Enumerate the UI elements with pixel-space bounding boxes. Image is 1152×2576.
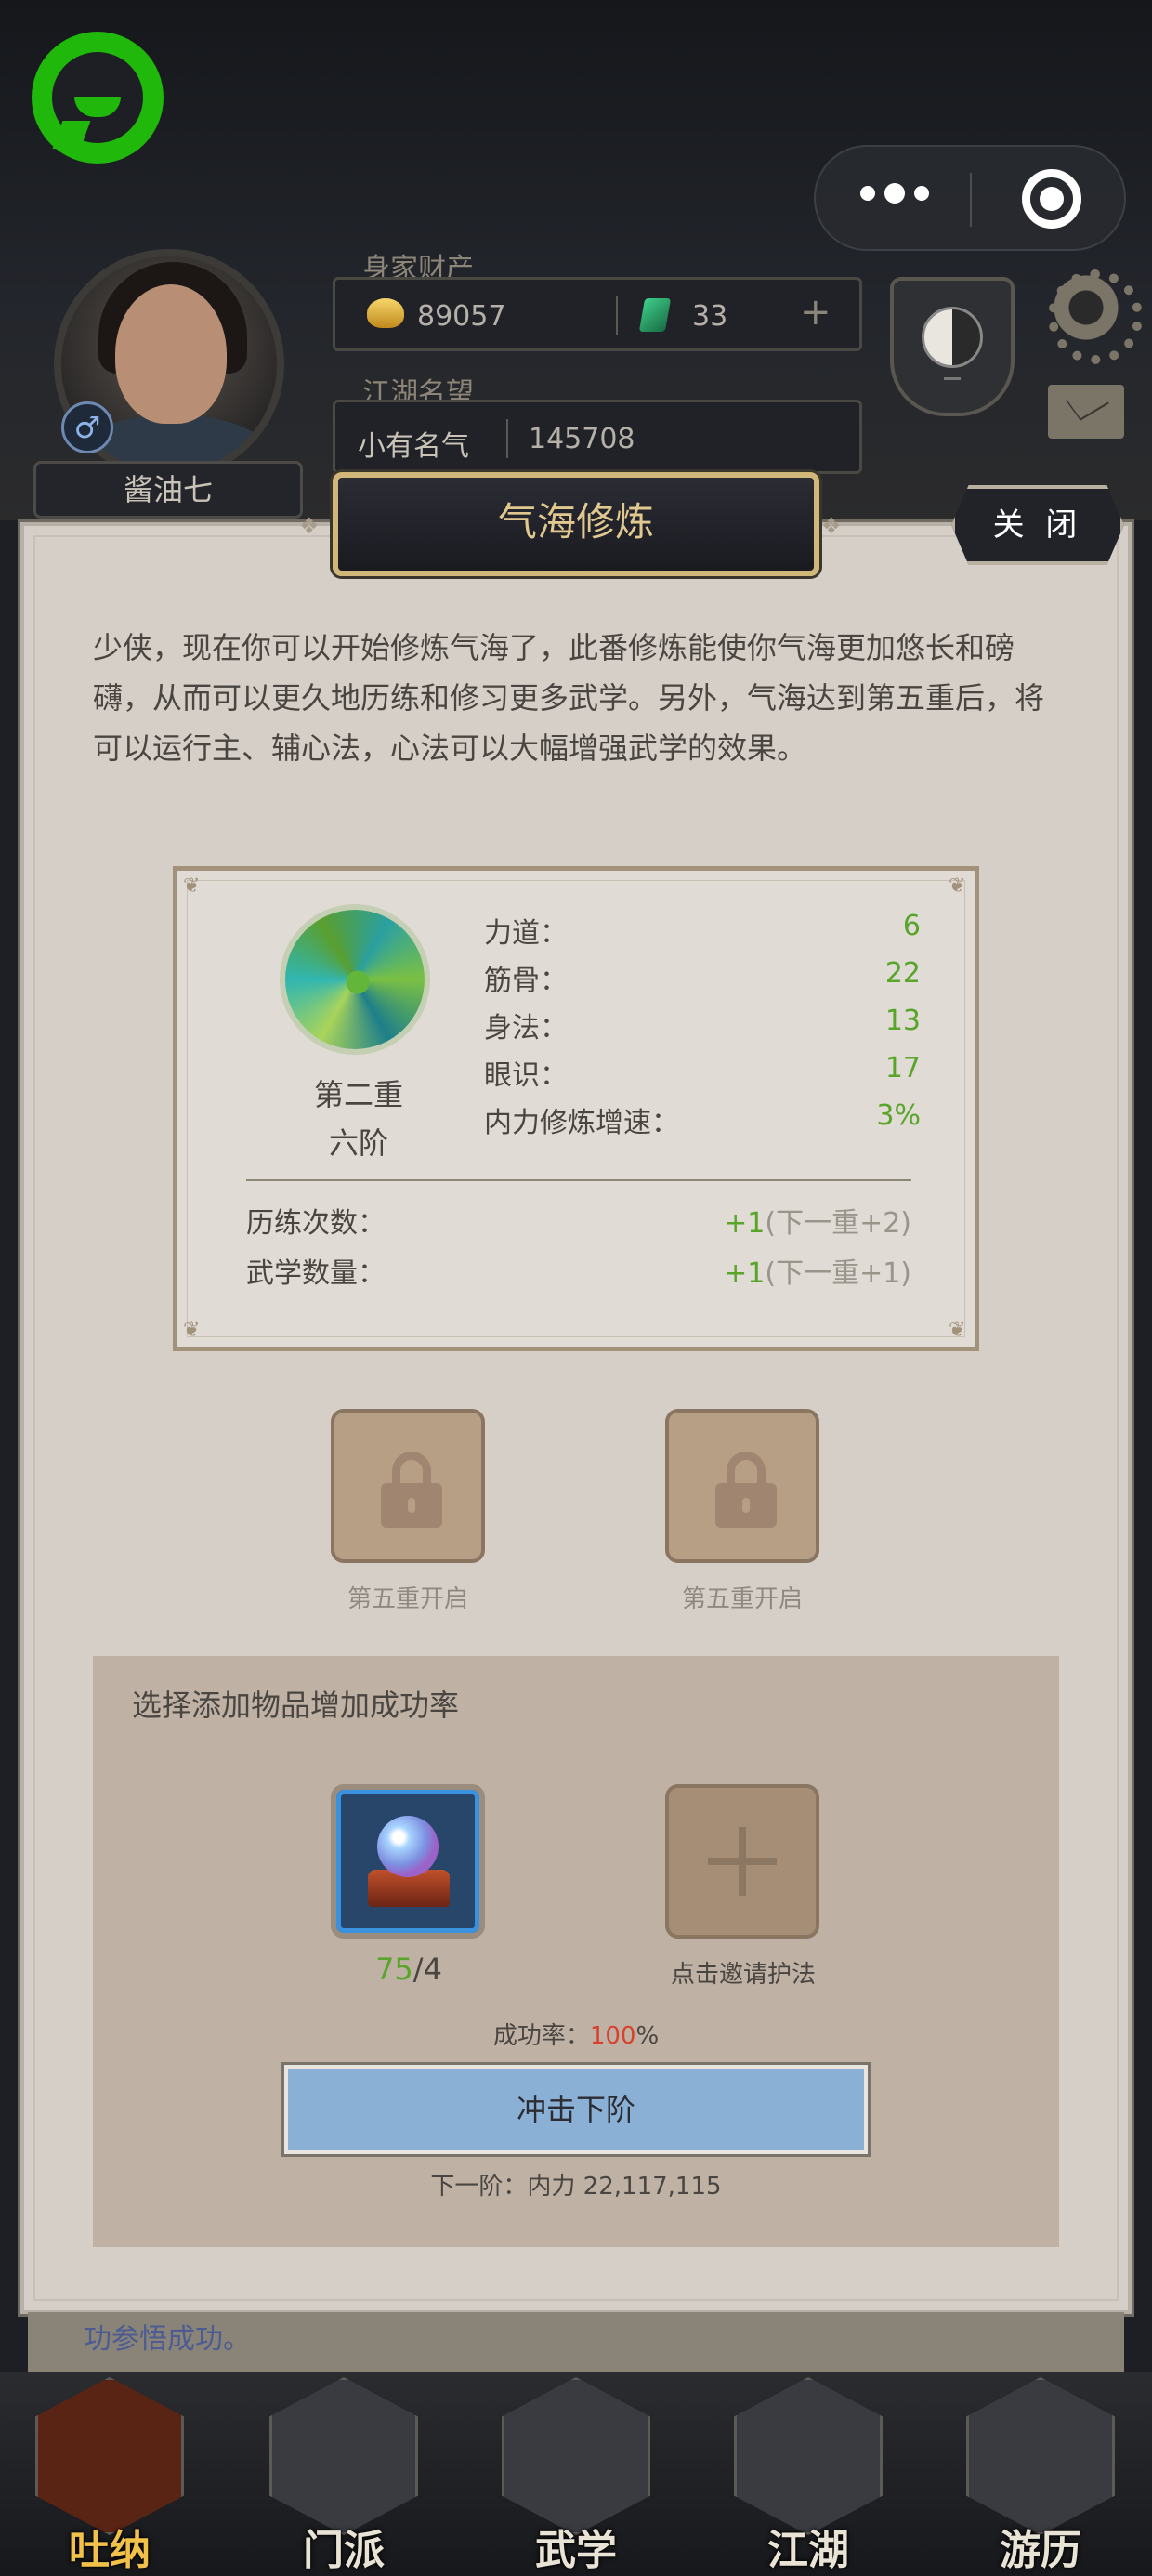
success-unit: % <box>635 2022 660 2050</box>
martial-book-icon <box>502 2377 650 2535</box>
gear-icon[interactable] <box>1048 269 1143 364</box>
stat-row: 内力修炼增速： 3% <box>484 1099 921 1140</box>
stat-row: 筋骨： 22 <box>484 957 921 998</box>
item-need: /4 <box>412 1952 442 1987</box>
stat-card: ❦ ❦ ❦ ❦ 第二重 六阶 力道： 6 筋骨： 22 身法： 13 眼识： 1… <box>173 866 979 1351</box>
locked-slot-caption: 第五重开启 <box>347 1585 468 1613</box>
bottom-nav: 吐纳 门派 武学 江湖 游历 <box>0 2372 1152 2576</box>
nav-jianghu[interactable]: 江湖 <box>706 2377 910 2574</box>
invite-guardian-slot[interactable] <box>665 1784 819 1939</box>
modal-title: 气海修炼 <box>333 472 819 576</box>
locked-slot-main[interactable] <box>331 1409 485 1563</box>
taiji-badge[interactable] <box>890 277 1015 416</box>
bonus-next: (下一重+2) <box>765 1207 911 1240</box>
bonus-label: 历练次数： <box>246 1207 386 1240</box>
nav-tuna[interactable]: 吐纳 <box>7 2377 212 2574</box>
realm-stage: 六阶 <box>328 1125 388 1161</box>
stat-value: 6 <box>902 910 921 942</box>
bonus-row: 武学数量： +1(下一重+1) <box>246 1250 911 1291</box>
taiji-icon <box>922 307 983 368</box>
lock-icon <box>715 1452 777 1528</box>
wechat-icon[interactable] <box>32 32 164 164</box>
stat-label: 身法： <box>484 1012 568 1045</box>
player-name: 酱油七 <box>33 461 303 519</box>
success-label: 成功率： <box>492 2022 590 2050</box>
boost-panel: 选择添加物品增加成功率 75/4 点击邀请护法 成功率：100% 冲击下阶 下一… <box>93 1656 1059 2247</box>
mail-icon[interactable] <box>1048 385 1124 439</box>
title-ornament-left: ❖ <box>299 513 320 539</box>
nav-wuxue[interactable]: 武学 <box>474 2377 678 2574</box>
bonus-value: +1 <box>724 1257 766 1290</box>
invite-caption: 点击邀请护法 <box>670 1961 816 1989</box>
item-count: 75/4 <box>316 1952 502 1987</box>
nav-label: 游历 <box>1000 2527 1081 2574</box>
bonus-value: +1 <box>724 1207 766 1240</box>
miniapp-capsule <box>814 145 1126 251</box>
nav-label: 吐纳 <box>69 2527 151 2574</box>
nav-menpai[interactable]: 门派 <box>242 2377 446 2574</box>
lock-icon <box>381 1452 442 1528</box>
bamboo-hat-icon <box>734 2377 883 2535</box>
success-rate: 成功率：100% <box>93 2017 1059 2051</box>
title-ornament-right: ❖ <box>821 513 842 539</box>
crystal-ball-icon <box>377 1816 439 1877</box>
qihai-swirl-icon <box>285 910 425 1049</box>
gender-icon: ♂ <box>61 401 113 453</box>
stat-row: 身法： 13 <box>484 1005 921 1045</box>
stat-label: 眼识： <box>484 1059 568 1092</box>
fame-title: 小有名气 <box>358 430 469 463</box>
next-stage-requirement: 下一阶：内力 22,117,115 <box>430 2173 722 2201</box>
locked-slot-caption: 第五重开启 <box>681 1585 803 1613</box>
bonus-row: 历练次数： +1(下一重+2) <box>246 1200 911 1241</box>
plus-icon <box>708 1827 777 1896</box>
item-have: 75 <box>375 1952 413 1987</box>
add-currency-button[interactable]: + <box>800 291 831 334</box>
gold-amount: 89057 <box>417 300 506 333</box>
nav-youli[interactable]: 游历 <box>938 2377 1143 2574</box>
log-line: 功参悟成功。 <box>28 2312 1124 2372</box>
sect-flag-icon <box>269 2377 418 2535</box>
stat-value: 17 <box>884 1052 921 1084</box>
meditation-icon <box>35 2377 184 2535</box>
stat-row: 眼识： 17 <box>484 1052 921 1093</box>
target-icon[interactable] <box>1022 169 1081 229</box>
stat-label: 筋骨： <box>484 965 568 997</box>
nav-label: 江湖 <box>767 2527 849 2574</box>
realm-layer: 第二重 <box>313 1077 403 1112</box>
breakthrough-button[interactable]: 冲击下阶 <box>284 2065 868 2154</box>
success-percent: 100 <box>589 2022 636 2050</box>
stat-label: 内力修炼增速： <box>484 1107 679 1139</box>
locked-slot-aux[interactable] <box>665 1409 819 1563</box>
more-icon[interactable] <box>860 183 929 204</box>
top-bar: ♂ 酱油七 身家财产 89057 33 + 江湖名望 小有名气 145708 <box>0 0 1152 520</box>
stat-label: 力道： <box>484 917 568 950</box>
bonus-next: (下一重+1) <box>765 1257 911 1290</box>
nav-label: 武学 <box>535 2527 617 2574</box>
jade-icon <box>638 298 672 332</box>
stat-value: 22 <box>884 957 921 990</box>
boost-item-slot[interactable] <box>331 1784 485 1939</box>
fame-value: 145708 <box>529 423 635 455</box>
bonus-label: 武学数量： <box>246 1257 386 1290</box>
gold-icon <box>367 298 404 328</box>
intro-text: 少侠，现在你可以开始修炼气海了，此番修炼能使你气海更加悠长和磅礴，从而可以更久地… <box>93 630 1045 766</box>
nav-label: 门派 <box>303 2527 385 2574</box>
stat-row: 力道： 6 <box>484 910 921 951</box>
boost-title: 选择添加物品增加成功率 <box>132 1688 460 1723</box>
fame-bar: 小有名气 145708 <box>333 400 862 474</box>
divider <box>246 1179 911 1181</box>
jade-amount: 33 <box>692 300 728 333</box>
horse-icon <box>966 2377 1115 2535</box>
wealth-bar: 89057 33 + <box>333 277 862 351</box>
stat-value: 13 <box>884 1005 921 1037</box>
stat-value: 3% <box>876 1099 921 1132</box>
close-button[interactable]: 关 闭 <box>951 485 1124 565</box>
